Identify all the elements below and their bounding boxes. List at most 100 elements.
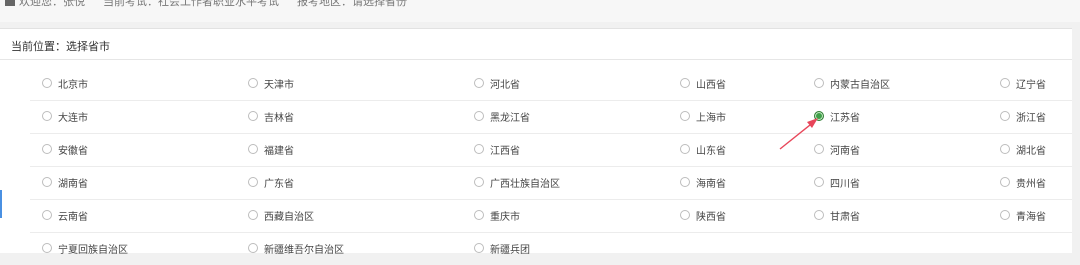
province-option[interactable]: 吉林省: [248, 108, 294, 124]
province-label: 吉林省: [264, 112, 294, 124]
radio-button[interactable]: [1000, 111, 1010, 121]
province-option[interactable]: 甘肃省: [814, 207, 860, 223]
province-option[interactable]: 安徽省: [42, 141, 88, 157]
radio-button[interactable]: [248, 144, 258, 154]
province-label: 湖北省: [1016, 145, 1046, 157]
province-label: 青海省: [1016, 211, 1046, 223]
province-option[interactable]: 河南省: [814, 141, 860, 157]
radio-button[interactable]: [680, 144, 690, 154]
province-panel: 当前位置：选择省市 北京市 天津市 河北省 山西省 内蒙古自治区 辽宁省 大连市 吉林省 黑龙江…: [0, 28, 1072, 256]
province-option[interactable]: 上海市: [680, 108, 726, 124]
radio-button[interactable]: [42, 111, 52, 121]
province-option[interactable]: 西藏自治区: [248, 207, 314, 223]
province-label: 西藏自治区: [264, 211, 314, 223]
province-label: 广西壮族自治区: [490, 178, 560, 190]
province-option[interactable]: 河北省: [474, 75, 520, 91]
province-label: 四川省: [830, 178, 860, 190]
province-option[interactable]: 黑龙江省: [474, 108, 530, 124]
province-label: 内蒙古自治区: [830, 79, 890, 91]
province-label: 陕西省: [696, 211, 726, 223]
welcome-text: 欢迎您：张悦: [19, 0, 85, 8]
radio-button[interactable]: [814, 111, 824, 121]
province-grid: 北京市 天津市 河北省 山西省 内蒙古自治区 辽宁省大连市 吉林省 黑龙江省 上海市 江苏省 浙江省…: [30, 68, 1072, 265]
province-option[interactable]: 新疆维吾尔自治区: [248, 240, 344, 256]
radio-button[interactable]: [1000, 177, 1010, 187]
radio-button[interactable]: [680, 111, 690, 121]
radio-button[interactable]: [680, 177, 690, 187]
province-option[interactable]: 新疆兵团: [474, 240, 530, 256]
radio-button[interactable]: [42, 243, 52, 253]
province-label: 甘肃省: [830, 211, 860, 223]
province-label: 山东省: [696, 145, 726, 157]
radio-button[interactable]: [1000, 144, 1010, 154]
radio-button[interactable]: [42, 210, 52, 220]
province-option[interactable]: 北京市: [42, 75, 88, 91]
province-label: 新疆维吾尔自治区: [264, 244, 344, 256]
province-option[interactable]: 江西省: [474, 141, 520, 157]
radio-button[interactable]: [248, 78, 258, 88]
province-label: 河北省: [490, 79, 520, 91]
province-label: 浙江省: [1016, 112, 1046, 124]
radio-button[interactable]: [248, 111, 258, 121]
radio-button[interactable]: [474, 210, 484, 220]
radio-button[interactable]: [814, 177, 824, 187]
radio-button[interactable]: [474, 78, 484, 88]
province-row: 安徽省 福建省 江西省 山东省 河南省 湖北省: [30, 134, 1072, 167]
radio-button[interactable]: [1000, 78, 1010, 88]
radio-button[interactable]: [814, 78, 824, 88]
radio-button[interactable]: [248, 210, 258, 220]
province-label: 贵州省: [1016, 178, 1046, 190]
radio-button[interactable]: [474, 243, 484, 253]
province-option[interactable]: 江苏省: [814, 108, 860, 124]
province-option[interactable]: 云南省: [42, 207, 88, 223]
province-option[interactable]: 山西省: [680, 75, 726, 91]
radio-button[interactable]: [42, 144, 52, 154]
province-label: 新疆兵团: [490, 244, 530, 256]
province-option[interactable]: 青海省: [1000, 207, 1046, 223]
province-option[interactable]: 天津市: [248, 75, 294, 91]
province-option[interactable]: 贵州省: [1000, 174, 1046, 190]
province-option[interactable]: 浙江省: [1000, 108, 1046, 124]
province-label: 大连市: [58, 112, 88, 124]
province-label: 黑龙江省: [490, 112, 530, 124]
province-row: 云南省 西藏自治区 重庆市 陕西省 甘肃省 青海省: [30, 200, 1072, 233]
province-label: 宁夏回族自治区: [58, 244, 128, 256]
radio-button[interactable]: [474, 144, 484, 154]
radio-button[interactable]: [42, 78, 52, 88]
province-option[interactable]: 重庆市: [474, 207, 520, 223]
radio-button[interactable]: [680, 78, 690, 88]
radio-button[interactable]: [42, 177, 52, 187]
home-icon: [5, 0, 15, 6]
province-label: 河南省: [830, 145, 860, 157]
province-option[interactable]: 湖北省: [1000, 141, 1046, 157]
province-option[interactable]: 广东省: [248, 174, 294, 190]
province-option[interactable]: 四川省: [814, 174, 860, 190]
province-row: 北京市 天津市 河北省 山西省 内蒙古自治区 辽宁省: [30, 68, 1072, 101]
province-option[interactable]: 辽宁省: [1000, 75, 1046, 91]
current-exam-text: 当前考试：社会工作者职业水平考试: [103, 0, 279, 8]
province-option[interactable]: 陕西省: [680, 207, 726, 223]
radio-button[interactable]: [680, 210, 690, 220]
province-label: 北京市: [58, 79, 88, 91]
province-option[interactable]: 内蒙古自治区: [814, 75, 890, 91]
top-info-line: 欢迎您：张悦 当前考试：社会工作者职业水平考试 报考地区：请选择省份: [5, 0, 407, 9]
radio-button[interactable]: [474, 177, 484, 187]
province-row: 湖南省 广东省 广西壮族自治区 海南省 四川省 贵州省: [30, 167, 1072, 200]
province-option[interactable]: 海南省: [680, 174, 726, 190]
province-option[interactable]: 广西壮族自治区: [474, 174, 560, 190]
province-option[interactable]: 湖南省: [42, 174, 88, 190]
province-option[interactable]: 福建省: [248, 141, 294, 157]
radio-button[interactable]: [248, 243, 258, 253]
province-label: 广东省: [264, 178, 294, 190]
province-label: 海南省: [696, 178, 726, 190]
radio-button[interactable]: [1000, 210, 1010, 220]
province-label: 上海市: [696, 112, 726, 124]
radio-button[interactable]: [248, 177, 258, 187]
province-option[interactable]: 宁夏回族自治区: [42, 240, 128, 256]
province-label: 云南省: [58, 211, 88, 223]
radio-button[interactable]: [814, 144, 824, 154]
radio-button[interactable]: [474, 111, 484, 121]
province-option[interactable]: 大连市: [42, 108, 88, 124]
radio-button[interactable]: [814, 210, 824, 220]
province-option[interactable]: 山东省: [680, 141, 726, 157]
